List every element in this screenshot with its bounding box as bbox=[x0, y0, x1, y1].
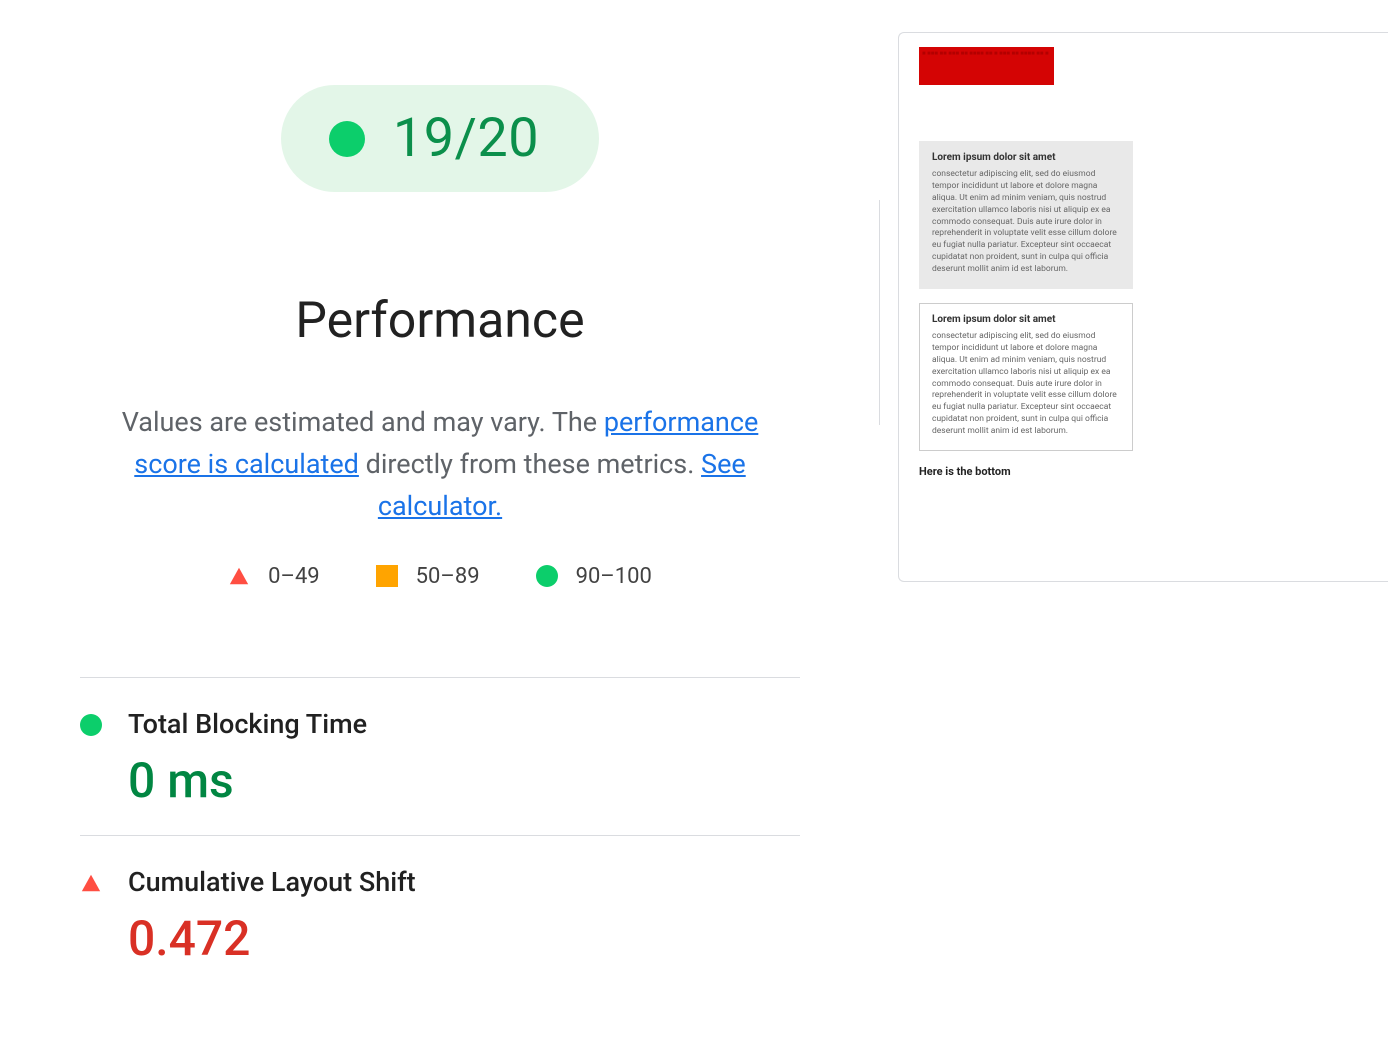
legend-label-poor: 0–49 bbox=[268, 564, 320, 589]
thumb-hero-block: ■ ■■■ ■■ ■■■ ■■ ■■■■ ■■ ■ ■■■ ■■ ■■■■ ■■… bbox=[919, 47, 1054, 85]
metric-value: 0.472 bbox=[128, 910, 800, 967]
description-mid: directly from these metrics. bbox=[359, 448, 701, 480]
legend-item-poor: 0–49 bbox=[228, 564, 320, 589]
score-legend: 0–49 50–89 90–100 bbox=[228, 564, 652, 589]
metric-label: Cumulative Layout Shift bbox=[128, 866, 800, 898]
thumb-card-heading: Lorem ipsum dolor sit amet bbox=[932, 152, 1120, 163]
square-icon bbox=[376, 565, 398, 587]
triangle-icon bbox=[80, 872, 102, 894]
legend-item-average: 50–89 bbox=[376, 564, 480, 589]
thumb-card-body: consectetur adipiscing elit, sed do eius… bbox=[932, 331, 1120, 438]
metric-row-cls[interactable]: Cumulative Layout Shift 0.472 bbox=[80, 835, 800, 993]
thumb-card: Lorem ipsum dolor sit amet consectetur a… bbox=[919, 141, 1133, 289]
legend-label-average: 50–89 bbox=[416, 564, 480, 589]
circle-icon bbox=[80, 714, 102, 736]
performance-description: Values are estimated and may vary. The p… bbox=[120, 402, 760, 528]
page-screenshot-thumbnail[interactable]: ■ ■■■ ■■ ■■■ ■■ ■■■■ ■■ ■ ■■■ ■■ ■■■■ ■■… bbox=[898, 32, 1388, 582]
section-title: Performance bbox=[295, 292, 584, 350]
metrics-list: Total Blocking Time 0 ms Cumulative Layo… bbox=[80, 677, 800, 993]
thumb-bottom-text: Here is the bottom bbox=[919, 465, 1368, 478]
legend-item-good: 90–100 bbox=[536, 564, 652, 589]
metric-row-tbt[interactable]: Total Blocking Time 0 ms bbox=[80, 677, 800, 835]
metric-value: 0 ms bbox=[128, 752, 800, 809]
thumb-card-body: consectetur adipiscing elit, sed do eius… bbox=[932, 169, 1120, 276]
metric-label: Total Blocking Time bbox=[128, 708, 800, 740]
status-dot-good bbox=[329, 121, 365, 157]
score-fraction: 19/20 bbox=[393, 107, 539, 170]
description-intro: Values are estimated and may vary. The bbox=[122, 406, 604, 438]
circle-icon bbox=[536, 565, 558, 587]
thumb-card: Lorem ipsum dolor sit amet consectetur a… bbox=[919, 303, 1133, 451]
thumb-card-heading: Lorem ipsum dolor sit amet bbox=[932, 314, 1120, 325]
triangle-icon bbox=[228, 565, 250, 587]
score-badge: 19/20 bbox=[281, 85, 599, 192]
legend-label-good: 90–100 bbox=[576, 564, 652, 589]
divider bbox=[879, 200, 880, 425]
